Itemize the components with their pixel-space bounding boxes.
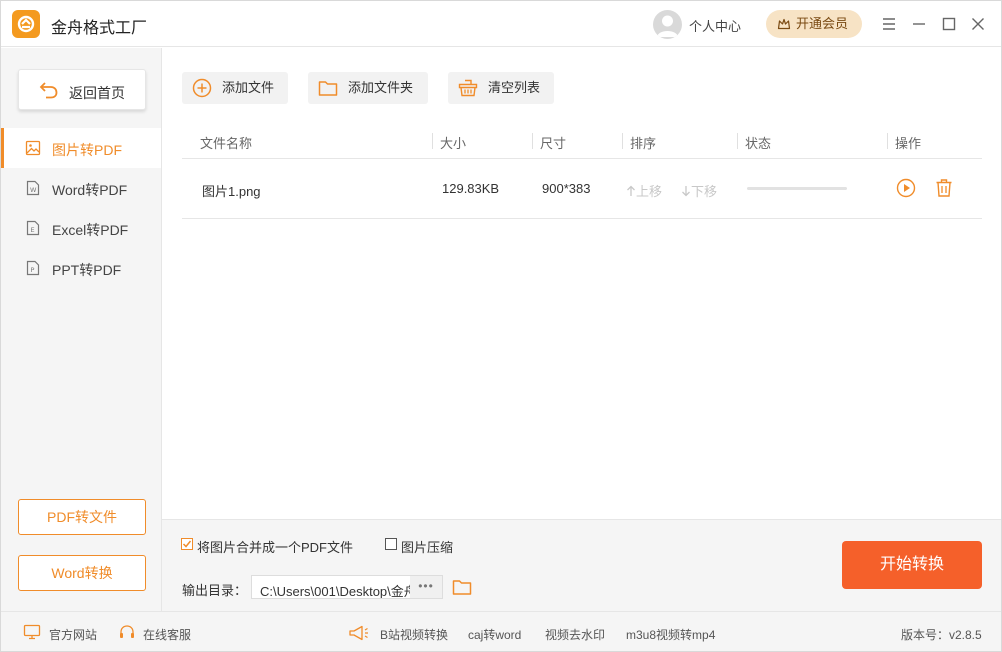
crown-icon [777, 18, 791, 30]
output-path-value: C:\Users\001\Desktop\金舟 [260, 584, 410, 599]
headset-icon [120, 625, 134, 638]
sidebar-item-excel-to-pdf[interactable]: E Excel转PDF [1, 208, 161, 248]
column-divider [432, 133, 433, 149]
output-dir-label: 输出目录： [182, 583, 248, 598]
column-divider [622, 133, 623, 149]
add-folder-label: 添加文件夹 [348, 80, 414, 95]
footer: 官方网站 在线客服 B站视频转换 caj转word 视频去水印 m3u8视频转m… [1, 611, 1001, 651]
output-settings-panel: 将图片合并成一个PDF文件 图片压缩 输出目录： C:\Users\001\De… [162, 519, 1001, 611]
browse-more-button[interactable]: ••• [410, 576, 442, 598]
vip-button[interactable]: 开通会员 [766, 10, 862, 38]
sidebar-item-label: PPT转PDF [52, 262, 122, 278]
sidebar: 返回首页 图片转PDF W Word转PDF E Excel转PDF P PPT… [1, 48, 162, 611]
move-up-button[interactable]: 上移 [626, 181, 662, 200]
back-home-label: 返回首页 [69, 85, 125, 101]
minimize-icon[interactable] [909, 14, 929, 34]
sidebar-item-word-to-pdf[interactable]: W Word转PDF [1, 168, 161, 208]
sidebar-item-label: Excel转PDF [52, 222, 129, 238]
svg-text:P: P [31, 266, 35, 274]
column-divider [887, 133, 888, 149]
footer-link-watermark[interactable]: 视频去水印 [545, 626, 605, 643]
table-row[interactable]: 图片1.png 129.83KB 900*383 上移 下移 [182, 160, 982, 219]
trash-icon[interactable] [934, 178, 954, 198]
excel-file-icon: E [26, 220, 40, 236]
footer-link-caj[interactable]: caj转word [468, 626, 521, 643]
return-arrow-icon [39, 82, 58, 99]
start-convert-button[interactable]: 开始转换 [842, 541, 982, 589]
avatar[interactable] [653, 10, 682, 39]
file-name: 图片1.png [202, 184, 261, 199]
plus-circle-icon [192, 78, 212, 98]
ppt-file-icon: P [26, 260, 40, 276]
folder-icon [318, 81, 338, 96]
menu-icon[interactable] [879, 14, 899, 34]
compress-label[interactable]: 图片压缩 [401, 537, 453, 556]
conversion-progress-bar [747, 187, 847, 190]
maximize-icon[interactable] [939, 14, 959, 34]
version-text: 版本号：v2.8.5 [901, 628, 982, 642]
play-icon[interactable] [896, 178, 916, 198]
move-down-button[interactable]: 下移 [681, 181, 717, 200]
column-header-dimensions: 尺寸 [540, 136, 567, 151]
column-header-name: 文件名称 [200, 136, 253, 151]
word-file-icon: W [26, 180, 40, 196]
official-site-link[interactable]: 官方网站 [49, 626, 97, 643]
footer-link-bilibili[interactable]: B站视频转换 [380, 626, 448, 643]
close-icon[interactable] [968, 14, 988, 34]
column-header-actions: 操作 [895, 136, 922, 151]
open-folder-icon[interactable] [452, 578, 472, 596]
output-path-field[interactable]: C:\Users\001\Desktop\金舟 ••• [251, 575, 443, 599]
footer-link-m3u8[interactable]: m3u8视频转mp4 [626, 626, 715, 643]
arrow-up-icon [627, 185, 635, 196]
sidebar-item-label: Word转PDF [52, 182, 128, 198]
sidebar-item-label: 图片转PDF [52, 142, 122, 158]
app-title: 金舟格式工厂 [51, 20, 148, 37]
move-down-label: 下移 [691, 184, 718, 199]
move-up-label: 上移 [636, 184, 663, 199]
monitor-icon [23, 624, 41, 640]
file-table-header: 文件名称 大小 尺寸 排序 状态 操作 [182, 123, 982, 159]
compress-checkbox[interactable] [385, 538, 397, 550]
app-window: 金舟格式工厂 个人中心 开通会员 返回首页 图片转PDF W Word转PDF … [0, 0, 1002, 652]
clear-list-label: 清空列表 [488, 80, 541, 95]
svg-text:E: E [31, 226, 35, 234]
add-file-label: 添加文件 [222, 80, 275, 95]
merge-label[interactable]: 将图片合并成一个PDF文件 [197, 537, 353, 556]
app-logo-icon [12, 10, 40, 38]
column-header-size: 大小 [440, 136, 467, 151]
arrow-down-icon [682, 186, 690, 197]
vip-button-label: 开通会员 [796, 16, 849, 31]
title-bar: 金舟格式工厂 个人中心 开通会员 [1, 1, 1001, 47]
basket-icon [458, 79, 478, 97]
column-header-order: 排序 [630, 136, 657, 151]
column-divider [532, 133, 533, 149]
sidebar-item-image-to-pdf[interactable]: 图片转PDF [1, 128, 161, 168]
online-service-link[interactable]: 在线客服 [143, 626, 191, 643]
pdf-to-file-button[interactable]: PDF转文件 [18, 499, 146, 535]
column-divider [737, 133, 738, 149]
checkmark-icon [182, 540, 192, 548]
user-center-link[interactable]: 个人中心 [689, 16, 741, 35]
sidebar-item-ppt-to-pdf[interactable]: P PPT转PDF [1, 248, 161, 288]
merge-checkbox[interactable] [181, 538, 193, 550]
file-dimensions: 900*383 [542, 181, 591, 196]
image-icon [25, 140, 41, 156]
word-convert-button[interactable]: Word转换 [18, 555, 146, 591]
back-home-button[interactable]: 返回首页 [18, 69, 146, 110]
megaphone-icon [349, 625, 368, 641]
column-header-status: 状态 [745, 136, 772, 151]
file-size: 129.83KB [442, 181, 500, 196]
add-file-button[interactable]: 添加文件 [182, 72, 288, 104]
svg-text:W: W [30, 186, 37, 194]
clear-list-button[interactable]: 清空列表 [448, 72, 554, 104]
add-folder-button[interactable]: 添加文件夹 [308, 72, 428, 104]
